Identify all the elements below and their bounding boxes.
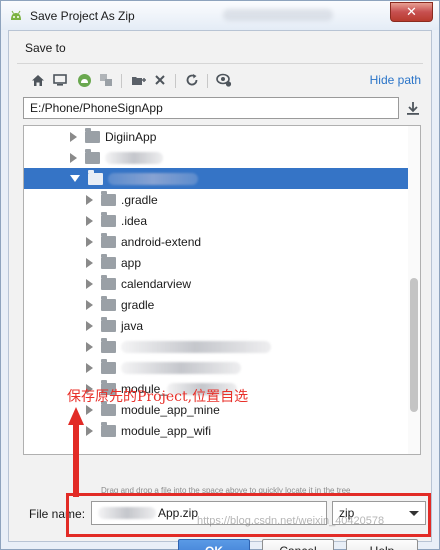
tree-item[interactable]: DigiinApp: [24, 126, 410, 147]
tree-item[interactable]: app: [24, 252, 410, 273]
tree-item[interactable]: .idea: [24, 210, 410, 231]
tree-item-label: .idea: [121, 213, 148, 228]
toolbar-separator: [121, 74, 122, 88]
folder-icon: [101, 421, 116, 437]
close-button[interactable]: ✕: [390, 2, 433, 22]
tree-item[interactable]: [24, 147, 410, 168]
folder-icon: [88, 169, 103, 185]
chevron-right-icon[interactable]: [86, 320, 93, 331]
chevron-right-icon[interactable]: [86, 362, 93, 373]
chevron-right-icon[interactable]: [86, 194, 93, 205]
path-input[interactable]: E:/Phone/PhoneSignApp: [23, 97, 399, 119]
tree-item[interactable]: .gradle: [24, 189, 410, 210]
chevron-right-icon[interactable]: [86, 215, 93, 226]
watermark-blur: [223, 9, 333, 21]
project-icon[interactable]: [75, 71, 93, 89]
chevron-right-icon[interactable]: [86, 341, 93, 352]
folder-icon: [101, 211, 116, 227]
chevron-right-icon[interactable]: [86, 404, 93, 415]
folder-icon: [85, 127, 100, 143]
android-icon: [11, 10, 21, 20]
title-bar: Save Project As Zip ✕: [0, 0, 440, 30]
chevron-down-icon[interactable]: [70, 175, 80, 182]
folder-icon: [101, 295, 116, 311]
watermark: https://blog.csdn.net/weixin_40420578: [197, 515, 385, 527]
redacted-text: [108, 172, 198, 185]
tree-item[interactable]: [24, 168, 410, 189]
chevron-right-icon[interactable]: [86, 425, 93, 436]
chevron-right-icon[interactable]: [70, 131, 77, 142]
tree-scrollbar[interactable]: [408, 126, 420, 454]
redacted-text: [121, 361, 241, 374]
folder-icon: [101, 358, 116, 374]
separator: [17, 63, 423, 64]
hide-path-link[interactable]: Hide path: [370, 73, 421, 87]
folder-icon: [101, 337, 116, 353]
folder-icon: [101, 253, 116, 269]
toolbar-separator: [175, 74, 176, 88]
new-folder-icon[interactable]: [129, 71, 147, 89]
folder-icon: [101, 274, 116, 290]
folder-icon: [85, 148, 100, 164]
tree-item[interactable]: android-extend: [24, 231, 410, 252]
tree-item-label: app: [121, 255, 142, 270]
tree-item[interactable]: gradle: [24, 294, 410, 315]
chevron-right-icon[interactable]: [86, 236, 93, 247]
ok-button[interactable]: OK: [178, 539, 250, 550]
scrollbar-thumb[interactable]: [410, 278, 418, 412]
folder-icon: [101, 232, 116, 248]
window-title: Save Project As Zip: [30, 9, 135, 23]
chevron-right-icon[interactable]: [70, 152, 77, 163]
chevron-right-icon[interactable]: [86, 299, 93, 310]
cancel-button[interactable]: Cancel: [262, 539, 334, 550]
tree-item-label: android-extend: [121, 234, 202, 249]
chevron-right-icon[interactable]: [86, 257, 93, 268]
tree-item-label: gradle: [121, 297, 155, 312]
tree-item[interactable]: java: [24, 315, 410, 336]
annotation-arrow-icon: [68, 407, 84, 497]
download-icon[interactable]: [405, 100, 421, 116]
chevron-right-icon[interactable]: [86, 278, 93, 289]
file-toolbar: Hide path: [23, 71, 423, 91]
tree-item-label: .gradle: [121, 192, 158, 207]
show-hidden-icon[interactable]: [215, 71, 233, 89]
tree-item-label: module_app_wifi: [121, 423, 212, 438]
tree-item-label: java: [121, 318, 144, 333]
help-button[interactable]: Help: [346, 539, 418, 550]
home-icon[interactable]: [29, 71, 47, 89]
tree-item[interactable]: [24, 357, 410, 378]
desktop-icon[interactable]: [51, 71, 69, 89]
redacted-text: [121, 340, 271, 353]
tree-item[interactable]: [24, 336, 410, 357]
tree-item-label: DigiinApp: [105, 129, 157, 144]
annotation-text: 保存原先的Project,位置自选: [67, 389, 249, 405]
module-icon[interactable]: [97, 71, 115, 89]
save-to-label: Save to: [25, 41, 66, 55]
toolbar-separator: [207, 74, 208, 88]
tree-item-label: calendarview: [121, 276, 192, 291]
refresh-icon[interactable]: [183, 71, 201, 89]
folder-icon: [101, 316, 116, 332]
folder-icon: [101, 190, 116, 206]
dialog-content: Save to Hide path E:/Phone/PhoneSignApp …: [8, 30, 432, 550]
delete-icon[interactable]: [151, 71, 169, 89]
tree-item[interactable]: calendarview: [24, 273, 410, 294]
redacted-text: [105, 151, 163, 164]
